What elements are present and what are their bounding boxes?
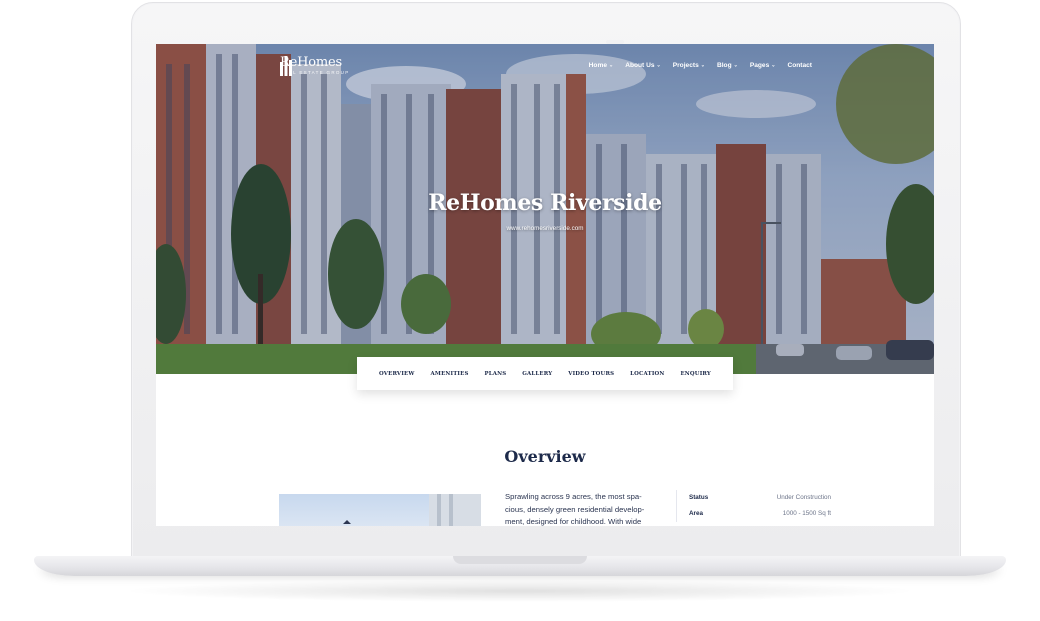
tab-video-tours[interactable]: VIDEO TOURS (568, 371, 614, 377)
overview-image (279, 494, 481, 526)
tab-location[interactable]: LOCATION (630, 371, 664, 377)
brand-logo[interactable]: ReHomes REAL ESTATE GROUP (280, 56, 350, 76)
overview-description: Sprawling across 9 acres, the most spa- … (505, 492, 645, 526)
tab-plans[interactable]: PLANS (484, 371, 506, 377)
spec-row-area: Area 1000 - 1500 Sq ft (689, 506, 831, 522)
nav-label: Pages (749, 62, 770, 69)
laptop-notch (453, 556, 587, 564)
nav-label: Home (588, 62, 607, 69)
tab-overview[interactable]: OVERVIEW (379, 371, 415, 377)
nav-item-about[interactable]: About Us ⌄ (625, 62, 661, 69)
chevron-down-icon: ⌄ (656, 62, 661, 68)
brand-tagline: REAL ESTATE GROUP (280, 70, 350, 75)
hero-url[interactable]: www.rehomesriverside.com (156, 225, 934, 232)
nav-item-contact[interactable]: Contact (787, 62, 812, 69)
chevron-down-icon: ⌄ (733, 62, 738, 68)
spec-key: Status (689, 494, 709, 501)
building-photo (343, 494, 481, 526)
tab-enquiry[interactable]: ENQUIRY (680, 371, 711, 377)
chevron-down-icon: ⌄ (700, 62, 705, 68)
hero-title: ReHomes Riverside (428, 190, 662, 216)
nav-label: Contact (787, 62, 812, 69)
spec-value: 1000 - 1500 Sq ft (782, 510, 831, 517)
nav-item-projects[interactable]: Projects ⌄ (673, 62, 705, 69)
nav-item-home[interactable]: Home ⌄ (589, 62, 614, 69)
tab-amenities[interactable]: AMENITIES (431, 371, 469, 377)
spec-key: Area (689, 510, 704, 517)
project-tab-bar: OVERVIEW AMENITIES PLANS GALLERY VIDEO T… (357, 357, 733, 390)
website-screen: ReHomes REAL ESTATE GROUP Home ⌄ About Us… (156, 44, 934, 526)
hero-banner: ReHomes REAL ESTATE GROUP Home ⌄ About Us… (156, 44, 934, 374)
nav-label: Blog (716, 62, 732, 69)
nav-item-blog[interactable]: Blog ⌄ (717, 62, 738, 69)
project-specs: Status Under Construction Area 1000 - 15… (676, 490, 831, 522)
nav-item-pages[interactable]: Pages ⌄ (750, 62, 776, 69)
tab-gallery[interactable]: GALLERY (522, 371, 552, 377)
nav-label: About Us (625, 62, 655, 69)
overview-title: Overview (504, 447, 586, 466)
main-nav: Home ⌄ About Us ⌄ Projects ⌄ Blog ⌄ Pages ⌄ C… (589, 62, 812, 69)
chevron-down-icon: ⌄ (771, 62, 776, 68)
laptop-shadow (120, 580, 920, 602)
chevron-down-icon: ⌄ (609, 62, 614, 68)
nav-label: Projects (672, 62, 699, 69)
spec-row-status: Status Under Construction (689, 490, 831, 506)
spec-value: Under Construction (776, 494, 831, 501)
